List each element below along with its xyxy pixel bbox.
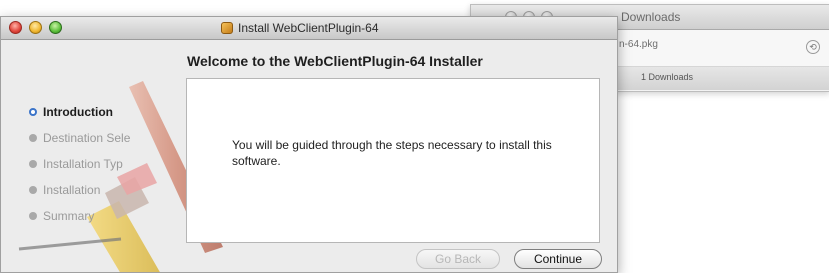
downloads-count: 1 Downloads [641,72,694,82]
installer-heading: Welcome to the WebClientPlugin-64 Instal… [187,53,483,69]
step-installation-type: Installation Typ [29,151,130,177]
close-button[interactable] [9,21,22,34]
downloads-title: Downloads [621,10,681,24]
step-label: Installation Typ [43,157,123,171]
step-installation: Installation [29,177,130,203]
step-introduction: Introduction [29,99,130,125]
step-bullet-icon [29,186,37,194]
step-bullet-icon [29,134,37,142]
step-summary: Summary [29,203,130,229]
step-label: Introduction [43,105,113,119]
minimize-button[interactable] [29,21,42,34]
reveal-in-finder-icon[interactable]: ⟲ [806,40,820,54]
step-label: Destination Sele [43,131,131,145]
step-bullet-icon [29,160,37,168]
step-bullet-icon [29,212,37,220]
zoom-button[interactable] [49,21,62,34]
continue-button[interactable]: Continue [514,249,602,269]
package-icon [221,22,233,34]
installer-window: Install WebClientPlugin-64 Welcome to th… [0,16,618,273]
go-back-button[interactable]: Go Back [416,249,500,269]
step-label: Summary [43,209,95,223]
window-title: Install WebClientPlugin-64 [238,21,379,35]
step-label: Installation [43,183,101,197]
step-bullet-icon [29,108,37,116]
content-panel: You will be guided through the steps nec… [186,78,600,243]
step-list: Introduction Destination Sele Installati… [29,99,130,229]
download-file-name: n-64.pkg [619,39,658,50]
step-destination-select: Destination Sele [29,125,130,151]
installer-titlebar[interactable]: Install WebClientPlugin-64 [1,17,617,40]
intro-text: You will be guided through the steps nec… [232,138,552,168]
